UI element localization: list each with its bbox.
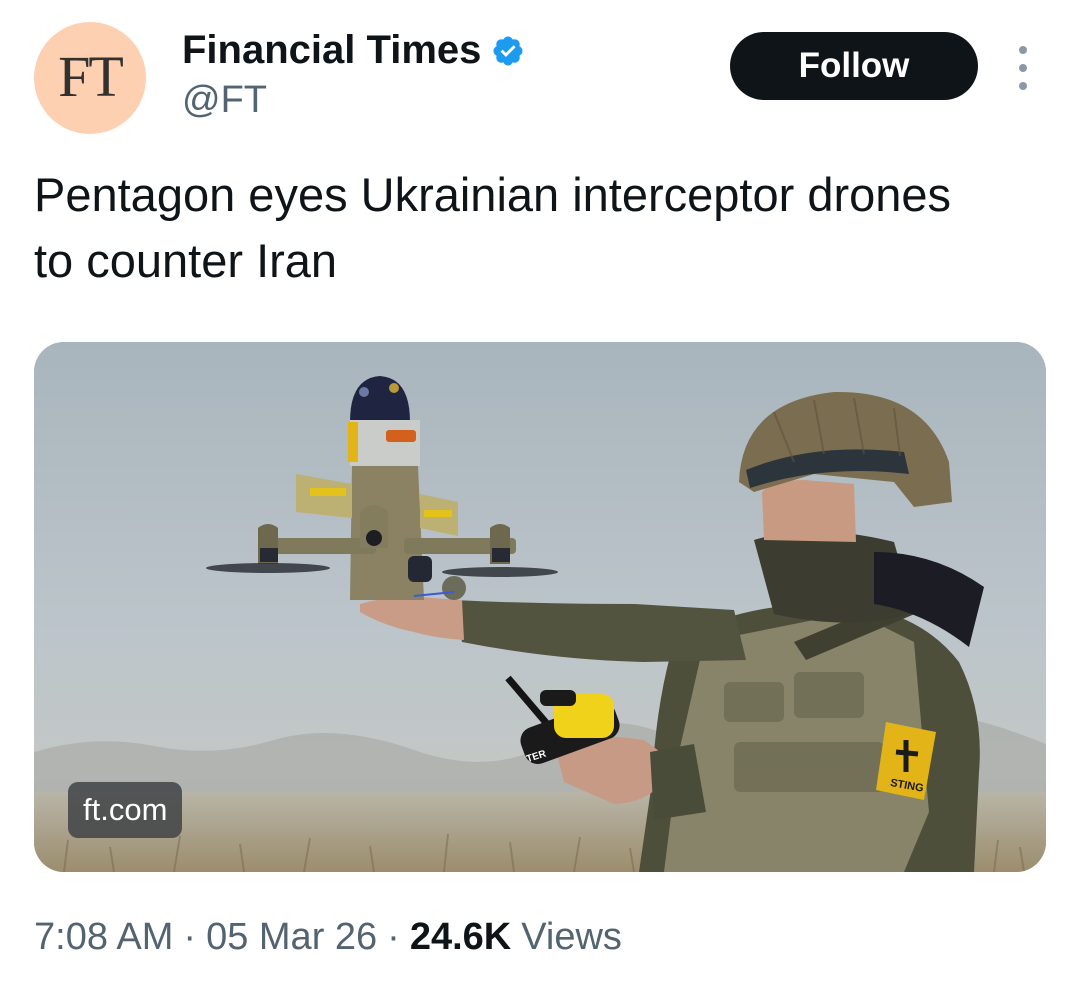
soldier-face [762, 480, 856, 542]
author-display-name[interactable]: Financial Times [182, 28, 481, 72]
verified-badge-icon [493, 36, 523, 66]
author-name-row[interactable]: Financial Times [182, 28, 525, 72]
link-source-chip[interactable]: ft.com [68, 782, 183, 838]
meta-separator: · [387, 916, 400, 958]
author-avatar[interactable]: FT [34, 22, 146, 134]
tweet-time[interactable]: 7:08 AM [34, 912, 173, 962]
views-count[interactable]: 24.6K [410, 912, 511, 962]
more-dot [1019, 64, 1027, 72]
media-photo[interactable]: STING TER [34, 342, 1046, 872]
tweet-meta: 7:08 AM · 05 Mar 26 · 24.6K Views [34, 912, 622, 962]
tweet-text: Pentagon eyes Ukrainian interceptor dron… [34, 168, 952, 287]
more-dot [1019, 46, 1027, 54]
tweet-date[interactable]: 05 Mar 26 [206, 912, 377, 962]
more-dot [1019, 82, 1027, 90]
meta-separator: · [183, 916, 197, 958]
follow-button[interactable]: Follow [730, 32, 978, 100]
author-handle[interactable]: @FT [182, 78, 267, 122]
media-card[interactable]: STING TER ft.com [34, 342, 1046, 872]
more-vertical-icon[interactable] [1008, 46, 1038, 90]
views-label[interactable]: Views [521, 912, 622, 962]
avatar-logo-text: FT [58, 43, 124, 109]
